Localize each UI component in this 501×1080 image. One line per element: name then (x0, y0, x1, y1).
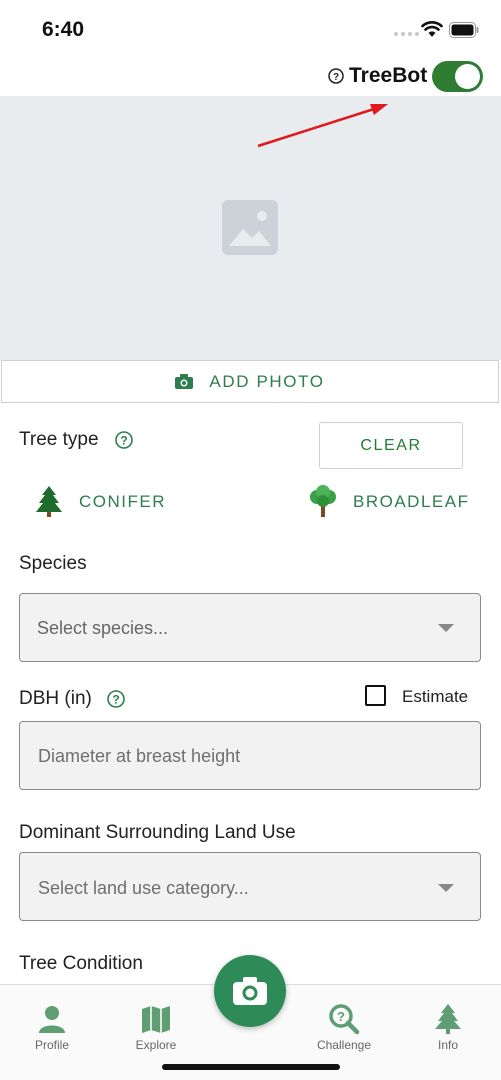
nav-explore[interactable]: Explore (116, 1003, 196, 1052)
nav-profile-label: Profile (34, 1038, 69, 1052)
broadleaf-icon (310, 485, 336, 517)
estimate-label: Estimate (402, 687, 469, 706)
nav-challenge[interactable]: ? Challenge (304, 1003, 384, 1052)
dbh-help-icon[interactable]: ? (107, 690, 125, 708)
nav-info-label: Info (437, 1038, 458, 1052)
wifi-icon (421, 21, 443, 37)
svg-text:?: ? (112, 693, 119, 707)
species-label: Species (19, 553, 87, 574)
camera-icon (175, 374, 194, 389)
treebot-toggle[interactable] (432, 61, 483, 92)
tree-type-label: Tree type (19, 429, 99, 450)
broadleaf-option[interactable]: BROADLEAF (307, 485, 469, 518)
land-use-placeholder: Select land use category... (38, 878, 249, 898)
toggle-knob (455, 64, 480, 89)
svg-text:?: ? (337, 1009, 345, 1024)
svg-text:?: ? (120, 434, 127, 448)
land-use-label: Dominant Surrounding Land Use (19, 822, 296, 843)
chevron-down-icon (438, 624, 454, 632)
status-bar: 6:40 (0, 0, 501, 58)
species-placeholder: Select species... (37, 618, 169, 638)
conifer-label: CONIFER (79, 491, 166, 511)
conifer-option[interactable]: CONIFER (34, 485, 166, 518)
photo-preview[interactable] (0, 96, 501, 360)
add-photo-label: ADD PHOTO (209, 371, 325, 391)
tree-condition-label: Tree Condition (19, 953, 143, 974)
nav-explore-label: Explore (135, 1038, 177, 1052)
dbh-label: DBH (in) (19, 688, 92, 709)
camera-fab-button[interactable] (214, 955, 286, 1027)
species-select[interactable]: Select species... (19, 593, 481, 662)
treebot-label: TreeBot (349, 64, 428, 87)
estimate-checkbox[interactable] (365, 685, 386, 706)
challenge-icon: ? (329, 1004, 360, 1035)
profile-icon (39, 1006, 65, 1033)
add-photo-button[interactable]: ADD PHOTO (1, 360, 499, 403)
info-tree-icon (435, 1004, 461, 1034)
nav-challenge-label: Challenge (316, 1038, 372, 1052)
chevron-down-icon (438, 884, 454, 892)
land-use-select[interactable]: Select land use category... (19, 852, 481, 921)
tree-type-help-icon[interactable]: ? (115, 431, 133, 449)
broadleaf-label: BROADLEAF (353, 491, 470, 511)
nav-info[interactable]: Info (408, 1003, 488, 1052)
treebot-help-icon[interactable]: ? (328, 68, 344, 84)
svg-text:?: ? (333, 72, 339, 83)
dbh-placeholder: Diameter at breast height (38, 746, 241, 766)
conifer-icon (36, 486, 62, 517)
home-indicator (162, 1064, 340, 1070)
map-icon (142, 1006, 170, 1033)
dbh-input[interactable]: Diameter at breast height (19, 721, 481, 790)
battery-icon (449, 22, 479, 38)
image-placeholder-icon (222, 200, 278, 255)
cellular-signal-icon (394, 32, 419, 36)
camera-icon (233, 977, 267, 1005)
status-time: 6:40 (42, 18, 85, 41)
nav-profile[interactable]: Profile (12, 1003, 92, 1052)
clear-button[interactable]: CLEAR (319, 422, 463, 469)
